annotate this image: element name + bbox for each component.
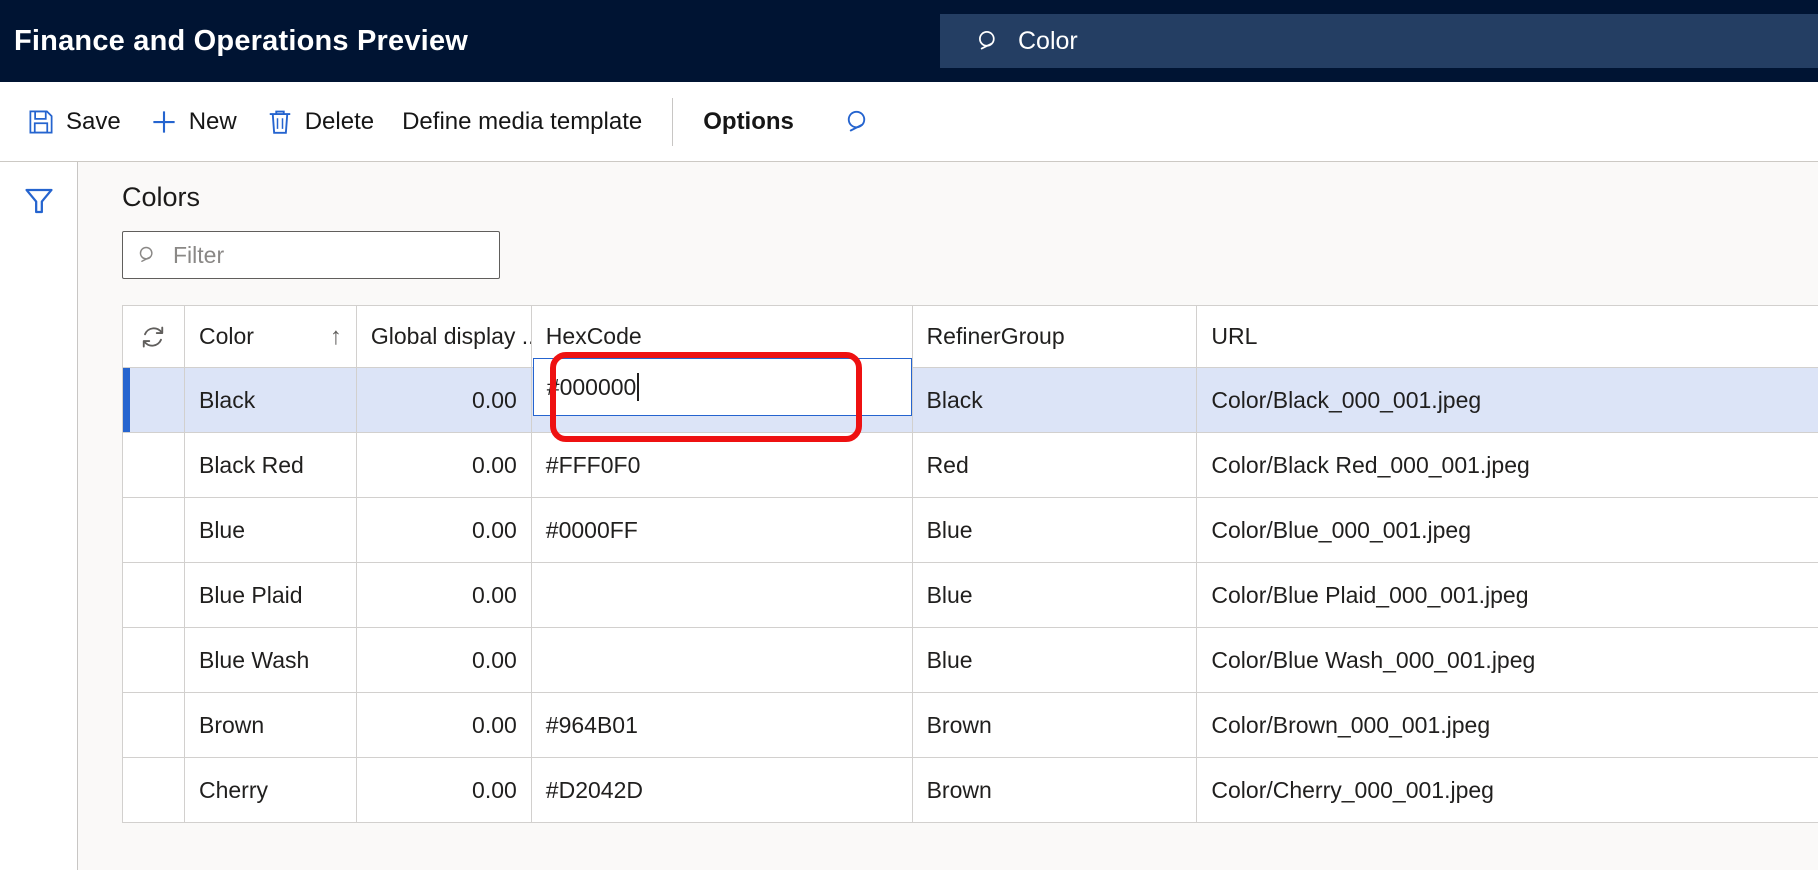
hexcode-edit-input[interactable]: #000000 [532, 358, 912, 416]
cell-hexcode[interactable]: #0000FF [532, 498, 913, 562]
table-row[interactable]: Black Red 0.00 #FFF0F0 Red Color/Black R… [123, 433, 1818, 498]
table-row[interactable]: Blue 0.00 #0000FF Blue Color/Blue_000_00… [123, 498, 1818, 563]
new-button[interactable]: New [135, 99, 251, 145]
row-selector[interactable] [123, 693, 185, 757]
plus-icon [153, 110, 175, 133]
cell-refinergroup[interactable]: Blue [913, 628, 1198, 692]
cell-refinergroup[interactable]: Blue [913, 498, 1198, 562]
cell-refinergroup[interactable]: Brown [913, 758, 1198, 822]
delete-label: Delete [304, 107, 375, 135]
table-row[interactable]: Black 0.00 #000000 Black Color/Black_000… [123, 358, 1818, 433]
refresh-icon [143, 326, 164, 347]
cell-refinergroup[interactable]: Black [913, 368, 1198, 432]
cell-global-display[interactable]: 0.00 [357, 563, 532, 627]
app-title: Finance and Operations Preview [14, 24, 469, 57]
column-header-url-label: URL [1211, 323, 1258, 349]
column-header-refinergroup-label: RefinerGroup [926, 323, 1065, 349]
save-icon [29, 110, 53, 133]
cell-url[interactable]: Color/Black_000_001.jpeg [1197, 368, 1818, 432]
delete-button[interactable]: Delete [251, 99, 388, 145]
cell-refinergroup[interactable]: Brown [913, 693, 1198, 757]
new-label: New [188, 107, 237, 135]
row-selector[interactable] [123, 368, 185, 432]
global-search-value: Color [1018, 26, 1078, 55]
define-media-template-label: Define media template [402, 107, 643, 135]
row-selector[interactable] [123, 758, 185, 822]
command-toolbar: Save New Delete Define media template Op… [0, 82, 1818, 162]
app-header: Finance and Operations Preview Color [0, 0, 1818, 82]
cell-global-display[interactable]: 0.00 [357, 433, 532, 497]
cell-url[interactable]: Color/Cherry_000_001.jpeg [1197, 758, 1818, 822]
sort-ascending-icon: ↑ [329, 322, 342, 350]
table-row[interactable]: Cherry 0.00 #D2042D Brown Color/Cherry_0… [123, 758, 1818, 823]
cell-color[interactable]: Black [185, 368, 357, 432]
cell-color[interactable]: Cherry [185, 758, 357, 822]
cell-color[interactable]: Blue [185, 498, 357, 562]
cell-global-display[interactable]: 0.00 [357, 498, 532, 562]
filter-placeholder: Filter [173, 241, 225, 268]
search-icon [847, 110, 866, 131]
content-pane: Colors Filter Color ↑ Global display ...… [78, 162, 1818, 870]
cell-color[interactable]: Blue Wash [185, 628, 357, 692]
body-area: Colors Filter Color ↑ Global display ...… [0, 162, 1818, 870]
save-button[interactable]: Save [12, 99, 135, 145]
cell-url[interactable]: Color/Blue Wash_000_001.jpeg [1197, 628, 1818, 692]
row-selector[interactable] [123, 498, 185, 562]
define-media-template-button[interactable]: Define media template [388, 99, 656, 145]
trash-icon [269, 110, 290, 134]
column-header-url[interactable]: URL [1197, 306, 1818, 367]
options-button[interactable]: Options [689, 99, 808, 145]
cell-url[interactable]: Color/Blue Plaid_000_001.jpeg [1197, 563, 1818, 627]
filter-funnel-icon[interactable] [22, 184, 56, 218]
table-row[interactable]: Brown 0.00 #964B01 Brown Color/Brown_000… [123, 693, 1818, 758]
cell-url[interactable]: Color/Blue_000_001.jpeg [1197, 498, 1818, 562]
cell-url[interactable]: Color/Brown_000_001.jpeg [1197, 693, 1818, 757]
page-title: Colors [122, 182, 201, 212]
table-row[interactable]: Blue Wash 0.00 Blue Color/Blue Wash_000_… [123, 628, 1818, 693]
cell-hexcode[interactable]: #D2042D [532, 758, 913, 822]
cell-global-display[interactable]: 0.00 [357, 628, 532, 692]
column-header-global-display-label: Global display ... [370, 323, 532, 349]
save-label: Save [66, 107, 121, 135]
cell-global-display[interactable]: 0.00 [357, 693, 532, 757]
row-selector[interactable] [123, 563, 185, 627]
cell-hexcode[interactable]: #000000 [532, 358, 913, 432]
row-selected-indicator [123, 368, 130, 432]
column-header-global-display[interactable]: Global display ... [357, 306, 532, 367]
cell-refinergroup[interactable]: Red [913, 433, 1198, 497]
filter-input[interactable]: Filter [122, 231, 500, 279]
cell-hexcode[interactable]: #964B01 [532, 693, 913, 757]
global-search-box[interactable]: Color [940, 14, 1818, 68]
search-icon [139, 246, 153, 262]
options-label: Options [703, 107, 794, 135]
column-header-color[interactable]: Color ↑ [185, 306, 357, 367]
cell-color[interactable]: Blue Plaid [185, 563, 357, 627]
toolbar-divider [672, 97, 674, 146]
cell-url[interactable]: Color/Black Red_000_001.jpeg [1197, 433, 1818, 497]
row-selector[interactable] [123, 433, 185, 497]
row-selector[interactable] [123, 628, 185, 692]
column-header-color-label: Color [198, 323, 254, 349]
cell-color[interactable]: Black Red [185, 433, 357, 497]
cell-color[interactable]: Brown [185, 693, 357, 757]
cell-refinergroup[interactable]: Blue [913, 563, 1198, 627]
column-header-hexcode-label: HexCode [545, 323, 642, 349]
colors-grid: Color ↑ Global display ... HexCode Refin… [122, 305, 1818, 823]
search-icon [979, 31, 995, 50]
hexcode-edit-value: #000000 [546, 373, 637, 400]
grid-header-row: Color ↑ Global display ... HexCode Refin… [123, 306, 1818, 368]
column-header-refinergroup[interactable]: RefinerGroup [913, 306, 1198, 367]
grid-refresh-button[interactable] [123, 306, 185, 367]
cell-hexcode[interactable] [532, 563, 913, 627]
text-cursor [637, 373, 640, 401]
cell-global-display[interactable]: 0.00 [357, 368, 532, 432]
left-rail [0, 162, 78, 870]
table-row[interactable]: Blue Plaid 0.00 Blue Color/Blue Plaid_00… [123, 563, 1818, 628]
cell-global-display[interactable]: 0.00 [357, 758, 532, 822]
cell-hexcode[interactable]: #FFF0F0 [532, 433, 913, 497]
toolbar-search-button[interactable] [832, 98, 886, 146]
cell-hexcode[interactable] [532, 628, 913, 692]
